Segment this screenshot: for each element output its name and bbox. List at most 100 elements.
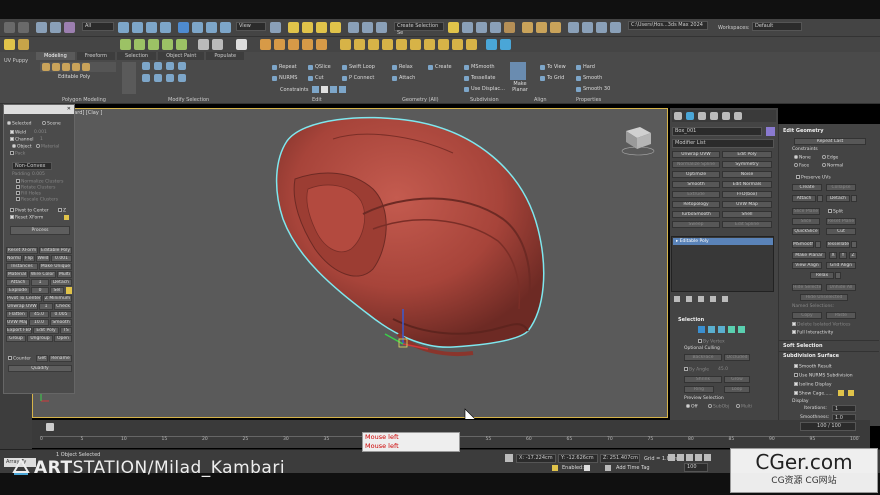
polygon-level-icon[interactable] [728, 326, 735, 333]
use-nurms-checkbox[interactable]: Use NURMS Subdivision [794, 373, 853, 379]
perspective-viewport[interactable] [32, 108, 668, 419]
unwrap-channel-field[interactable]: 1 [39, 303, 53, 310]
constraint-none-radio[interactable]: None [794, 155, 811, 161]
qslice-button[interactable]: QSlice [308, 64, 331, 70]
maxscript-listener-output[interactable]: Mouse left Mouse left [362, 432, 460, 452]
non-convex-select[interactable]: Non-Convex [12, 162, 52, 170]
constraint-normal-radio[interactable]: Normal [822, 163, 843, 169]
rotate-checkbox[interactable]: Rotate Clusters [16, 185, 55, 191]
create-selection-set[interactable]: Create Selection Se [394, 22, 444, 36]
flatten-button[interactable]: Flatten [6, 311, 28, 318]
viewport-layout-icon[interactable] [568, 22, 579, 33]
close-icon[interactable]: ✕ [67, 105, 74, 114]
box-primitive-icon[interactable] [120, 39, 131, 50]
pack-checkbox[interactable]: Pack [10, 151, 25, 157]
channel-value[interactable]: 1 [40, 137, 43, 142]
full-interactivity-checkbox[interactable]: Full Interactivity [792, 330, 833, 336]
element-mode-icon[interactable] [82, 63, 90, 71]
use-displacement-button[interactable]: Use Displac... [464, 86, 505, 92]
grow-icon[interactable] [178, 62, 186, 70]
hide-selected-button[interactable]: Hide Selected [792, 284, 822, 291]
object-radio[interactable]: Object [12, 144, 32, 150]
z-checkbox[interactable]: Z [58, 208, 66, 214]
floating-panel-titlebar[interactable]: ✕ [4, 105, 74, 114]
collapse-button[interactable]: Collapse [826, 184, 856, 191]
play-icon[interactable] [686, 454, 693, 461]
grid-align-button[interactable]: Grid Align [826, 262, 856, 269]
remove-modifier-icon[interactable] [710, 296, 716, 302]
camera-icon[interactable] [212, 39, 223, 50]
grow-button[interactable]: Grow [724, 376, 750, 383]
percent-snap-icon[interactable] [316, 22, 327, 33]
folder-icon[interactable] [610, 22, 621, 33]
dot-loop-icon[interactable] [166, 74, 174, 82]
open-icon[interactable] [582, 22, 593, 33]
planar-z-button[interactable]: Z [849, 252, 857, 259]
angle-value[interactable]: 45.0 [718, 367, 728, 372]
mirror-icon[interactable] [362, 22, 373, 33]
isoline-display-checkbox[interactable]: Isoline Display [794, 382, 832, 388]
rotate-icon[interactable] [192, 22, 203, 33]
adaptive-degradation-icon[interactable] [552, 465, 558, 471]
cylinder-primitive-icon[interactable] [148, 39, 159, 50]
sel-color-swatch[interactable] [66, 287, 72, 294]
torus-primitive-icon[interactable] [162, 39, 173, 50]
modifier-twist-icon[interactable] [274, 39, 285, 50]
color-swatch[interactable] [64, 215, 69, 220]
render-setup-icon[interactable] [522, 22, 533, 33]
preview-subobj-radio[interactable]: SubObj [708, 404, 729, 410]
soft-selection-header[interactable]: Soft Selection [783, 343, 823, 349]
weld-threshold-field[interactable]: 0.001 [51, 255, 72, 262]
attach-list-icon[interactable] [817, 195, 823, 202]
time-tag-icon[interactable] [605, 465, 611, 471]
reset-xform-checkbox[interactable]: Reset XForm [10, 215, 43, 221]
attach-geo-button[interactable]: Attach [792, 195, 816, 202]
mod-sweep[interactable]: Sweep [672, 221, 720, 228]
msmooth-button[interactable]: MSmooth [464, 64, 495, 70]
instances-button[interactable]: Instances [6, 263, 38, 270]
section-properties[interactable]: Properties [576, 97, 601, 103]
compound-mesher-icon[interactable] [410, 39, 421, 50]
weld-checkbox[interactable]: Weld [10, 130, 26, 136]
compound-conform-icon[interactable] [452, 39, 463, 50]
create-icon[interactable] [4, 39, 15, 50]
go-to-start-icon[interactable] [668, 454, 675, 461]
go-to-end-icon[interactable] [704, 454, 711, 461]
hide-unselected-button[interactable]: Hide Unselected [800, 294, 848, 301]
by-angle-checkbox[interactable]: By Angle [684, 367, 709, 373]
frame-counter[interactable]: 100 / 100 [800, 422, 856, 431]
channel-checkbox[interactable]: Channel [10, 137, 33, 143]
toggle-ribbon-icon[interactable] [462, 22, 473, 33]
explode-count-field[interactable]: 0 [31, 287, 49, 294]
section-modify-selection[interactable]: Modify Selection [168, 97, 209, 103]
flatten-angle-field[interactable]: 45.0 [29, 311, 49, 318]
section-polygon-modeling[interactable]: Polygon Modeling [62, 97, 106, 103]
modify-icon[interactable] [18, 39, 29, 50]
edge-mode-icon[interactable] [52, 63, 60, 71]
object-name-field[interactable]: Box_001 [672, 127, 762, 136]
material-radio[interactable]: Material [36, 144, 59, 150]
compound-boolean-icon[interactable] [340, 39, 351, 50]
motion-tab-icon[interactable] [710, 112, 718, 120]
split-checkbox[interactable]: Split [828, 209, 843, 215]
x-coordinate-field[interactable]: X: -17.224cm [516, 454, 556, 463]
uvw-map-button[interactable]: UVW Map [6, 319, 28, 326]
slice-plane-button[interactable]: Slice Plane [792, 208, 820, 215]
scale-icon[interactable] [206, 22, 217, 33]
z-minimum-button[interactable]: Z Minimum [43, 295, 72, 302]
unhide-all-button[interactable]: Unhide All [826, 284, 856, 291]
y-coordinate-field[interactable]: Y: -12.626cm [558, 454, 598, 463]
create-button[interactable]: Create [428, 64, 452, 70]
subdivision-surface-header[interactable]: Subdivision Surface [783, 353, 839, 359]
tessellate-geo-button[interactable]: Tessellate [826, 241, 850, 248]
wire-color-button[interactable]: Wire Color [29, 271, 56, 278]
spinner-snap-icon[interactable] [330, 22, 341, 33]
copy-button[interactable]: Copy [792, 312, 822, 319]
make-planar-label[interactable]: Make Planar [510, 81, 530, 93]
section-subdivision[interactable]: Subdivision [470, 97, 499, 103]
loop-button[interactable]: Loop [724, 386, 750, 393]
modifier-list-select[interactable]: Modifier List [672, 139, 774, 148]
edit-poly-button[interactable]: Edit Poly [33, 327, 59, 334]
selection-filter[interactable]: All [82, 22, 114, 31]
add-time-tag-label[interactable]: Add Time Tag [616, 465, 650, 471]
